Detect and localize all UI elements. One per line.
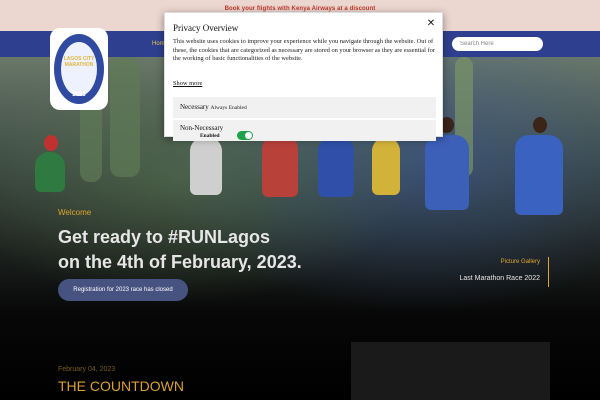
logo-inner	[61, 42, 97, 96]
gallery-title[interactable]: Last Marathon Race 2022	[459, 275, 540, 282]
runner-figure	[262, 135, 298, 197]
modal-body: This website uses cookies to improve you…	[173, 38, 435, 62]
necessary-option[interactable]: Necessary Always Enabled	[173, 97, 436, 118]
non-necessary-toggle[interactable]	[237, 131, 253, 140]
necessary-status: Always Enabled	[210, 105, 247, 111]
hero-headline-line2: on the 4th of February, 2023.	[58, 252, 302, 272]
non-necessary-option[interactable]: Non-Necessary Enabled	[173, 120, 436, 141]
hero-headline-line1: Get ready to #RUNLagos	[58, 227, 271, 247]
logo-year: 2023	[72, 92, 86, 98]
close-icon[interactable]: ✕	[424, 16, 438, 30]
runner-figure	[425, 135, 469, 210]
toggle-knob	[245, 132, 252, 139]
show-more-link[interactable]: Show more	[173, 80, 202, 87]
modal-title: Privacy Overview	[173, 23, 239, 33]
hero-headline: Get ready to #RUNLagos on the 4th of Feb…	[58, 225, 302, 275]
search-input[interactable]	[452, 37, 543, 51]
runner-figure	[190, 137, 222, 195]
marathon-logo[interactable]: LAGOS CITY MARATHON 2023	[50, 28, 108, 110]
necessary-label: Necessary	[180, 103, 209, 111]
countdown-panel	[351, 342, 550, 400]
runner-head	[533, 117, 547, 133]
logo-city-text: LAGOS CITY MARATHON	[63, 56, 95, 68]
countdown-date: February 04, 2023	[58, 366, 116, 373]
necessary-option-label: Necessary Always Enabled	[180, 103, 247, 111]
runner-figure	[372, 137, 400, 195]
non-necessary-status: Enabled	[200, 133, 220, 139]
registration-button[interactable]: Registration for 2023 race has closed	[58, 279, 188, 301]
countdown-title: THE COUNTDOWN	[58, 378, 184, 394]
non-necessary-label: Non-Necessary	[180, 124, 224, 132]
cookie-modal: Privacy Overview ✕ This website uses coo…	[164, 12, 443, 141]
welcome-kicker: Welcome	[58, 208, 92, 217]
runner-figure	[318, 137, 354, 197]
tree-shape	[110, 57, 140, 177]
gallery-divider	[548, 257, 549, 287]
gallery-kicker[interactable]: Picture Gallery	[501, 259, 540, 265]
wheelchair-athlete	[35, 152, 65, 192]
athlete-helmet	[44, 135, 58, 151]
logo-badge: LAGOS CITY MARATHON 2023	[54, 34, 104, 104]
runner-figure	[515, 135, 563, 215]
